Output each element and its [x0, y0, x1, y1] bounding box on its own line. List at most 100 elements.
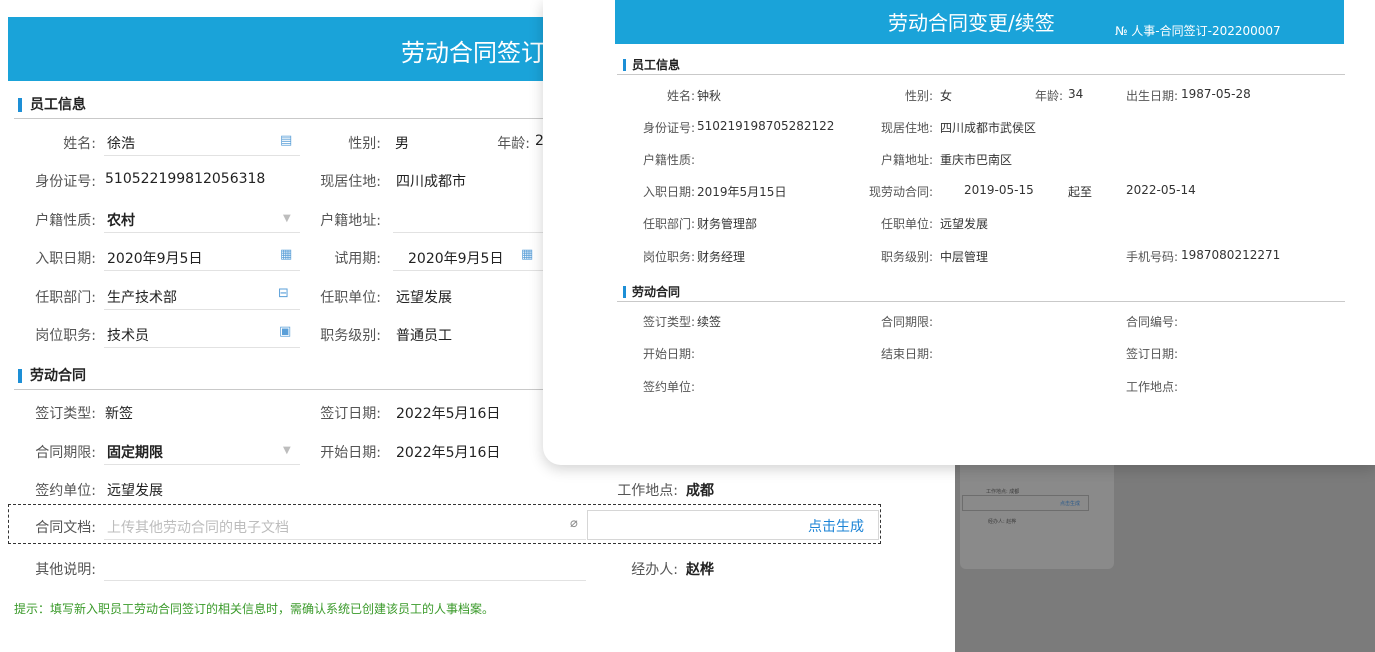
section-divider [617, 74, 1345, 75]
hukou-addr-field[interactable] [393, 232, 543, 233]
chevron-down-icon[interactable]: ▼ [283, 444, 291, 458]
document-number: № 人事-合同签订-202200007 [1115, 24, 1281, 38]
doc-upload-input[interactable]: 上传其他劳动合同的电子文档 [107, 517, 289, 537]
gender-value: 男 [395, 136, 409, 152]
sign-type-value: 续签 [697, 315, 722, 329]
start-label: 开始日期: [642, 347, 695, 361]
hukou-addr-value: 重庆市巴南区 [940, 153, 1013, 167]
post-field[interactable] [104, 347, 300, 348]
dept-value[interactable]: 生产技术部 [107, 287, 177, 307]
name-field[interactable] [104, 155, 300, 156]
org-tree-icon[interactable]: ⊟ [278, 287, 289, 301]
notes-label: 其他说明: [35, 562, 96, 578]
hukou-type-select[interactable]: 农村 [107, 210, 135, 230]
hukou-type-label: 户籍性质: [642, 153, 695, 167]
mini-generate: 点击生成 [1060, 501, 1081, 507]
id-value: 510219198705282122 [697, 119, 835, 133]
sign-date-label: 签订日期: [1125, 347, 1178, 361]
handler-label: 经办人: [631, 562, 678, 578]
post-value: 财务经理 [697, 250, 746, 264]
hire-date-label: 入职日期: [35, 251, 96, 267]
employee-section-title: 员工信息 [623, 59, 680, 71]
sign-type-label: 签订类型: [35, 406, 96, 422]
hire-value: 2019年5月15日 [697, 185, 787, 199]
notes-field[interactable] [104, 580, 586, 581]
section-divider [14, 389, 544, 390]
chevron-down-icon[interactable]: ▼ [283, 212, 291, 226]
phone-label: 手机号码: [1125, 250, 1178, 264]
doc-field-underline [104, 539, 586, 540]
probation-field[interactable] [393, 270, 543, 271]
term-label: 合同期限: [880, 315, 933, 329]
age-label: 年龄: [497, 136, 530, 152]
sign-type-label: 签订类型: [642, 315, 695, 329]
range-separator: 起至 [1068, 185, 1093, 199]
term-select[interactable]: 固定期限 [107, 442, 163, 462]
name-label: 姓名: [63, 136, 96, 152]
name-value: 钟秋 [697, 89, 722, 103]
hukou-type-label: 户籍性质: [35, 213, 96, 229]
contract-section-title: 劳动合同 [623, 286, 680, 298]
birth-label: 出生日期: [1125, 89, 1178, 103]
sign-date-value: 2022年5月16日 [396, 406, 501, 422]
unit-value: 远望发展 [396, 290, 452, 306]
cur-contract-label: 现劳动合同: [868, 185, 933, 199]
term-field[interactable] [104, 464, 300, 465]
level-label: 职务级别: [320, 328, 381, 344]
section-divider [617, 301, 1345, 302]
hukou-type-field[interactable] [104, 232, 300, 233]
age-value: 34 [1068, 87, 1084, 101]
modal-title: 劳动合同变更/续签 [888, 11, 1055, 35]
modal-header: 劳动合同变更/续签 № 人事-合同签订-202200007 [615, 0, 1344, 44]
hire-date-field[interactable] [104, 270, 300, 271]
gender-value: 女 [940, 89, 953, 103]
work-place-value: 成都 [686, 483, 714, 499]
generate-link[interactable]: 点击生成 [808, 516, 864, 536]
dept-field[interactable] [104, 309, 300, 310]
handler-value: 赵桦 [686, 562, 714, 578]
unit-label: 任职单位: [880, 217, 933, 231]
cur-contract-start: 2019-05-15 [964, 183, 1034, 197]
sign-type-value: 新签 [105, 406, 133, 422]
unit-value: 远望发展 [940, 217, 989, 231]
sign-unit-value: 远望发展 [107, 483, 163, 499]
cur-contract-end: 2022-05-14 [1126, 183, 1196, 197]
term-label: 合同期限: [35, 445, 96, 461]
probation-label: 试用期: [334, 251, 381, 267]
contract-no-label: 合同编号: [1125, 315, 1178, 329]
post-label: 岗位职务: [35, 328, 96, 344]
hint-text: 提示：填写新入职员工劳动合同签订的相关信息时，需确认系统已创建该员工的人事档案。 [14, 602, 495, 616]
address-value: 四川成都市 [396, 174, 466, 190]
mini-handler: 经办人: 赵桦 [988, 519, 1017, 525]
form-title: 劳动合同签订 [401, 39, 545, 67]
dept-value: 财务管理部 [697, 217, 758, 231]
calendar-icon[interactable]: ▦ [280, 248, 292, 262]
probation-value[interactable]: 2020年9月5日 [408, 248, 503, 268]
level-value: 中层管理 [940, 250, 989, 264]
hukou-addr-label: 户籍地址: [880, 153, 933, 167]
level-value: 普通员工 [396, 328, 452, 344]
id-label: 身份证号: [35, 174, 96, 190]
sign-date-label: 签订日期: [320, 406, 381, 422]
hire-label: 入职日期: [642, 185, 695, 199]
hire-date-value[interactable]: 2020年9月5日 [107, 248, 202, 268]
calendar-icon[interactable]: ▦ [521, 248, 533, 262]
post-label: 岗位职务: [642, 250, 695, 264]
start-label: 开始日期: [320, 445, 381, 461]
post-value[interactable]: 技术员 [107, 325, 149, 345]
name-label: 姓名: [666, 89, 695, 103]
name-value: 徐浩 [107, 136, 135, 152]
work-place-label: 工作地点: [617, 483, 678, 499]
id-card-icon[interactable]: ▣ [279, 325, 291, 339]
address-label: 现居住地: [880, 121, 933, 135]
contract-renewal-modal: 劳动合同变更/续签 № 人事-合同签订-202200007 员工信息 姓名: 钟… [543, 0, 1375, 465]
paperclip-icon[interactable]: ⌀ [570, 517, 578, 531]
hukou-addr-label: 户籍地址: [320, 213, 381, 229]
generate-box[interactable]: 点击生成 [587, 510, 879, 540]
gender-label: 性别: [348, 136, 381, 152]
end-label: 结束日期: [880, 347, 933, 361]
contract-section-title: 劳动合同 [18, 369, 86, 383]
profile-picker-icon[interactable]: ▤ [280, 134, 292, 148]
sign-unit-label: 签约单位: [35, 483, 96, 499]
employee-section-title: 员工信息 [18, 98, 86, 112]
